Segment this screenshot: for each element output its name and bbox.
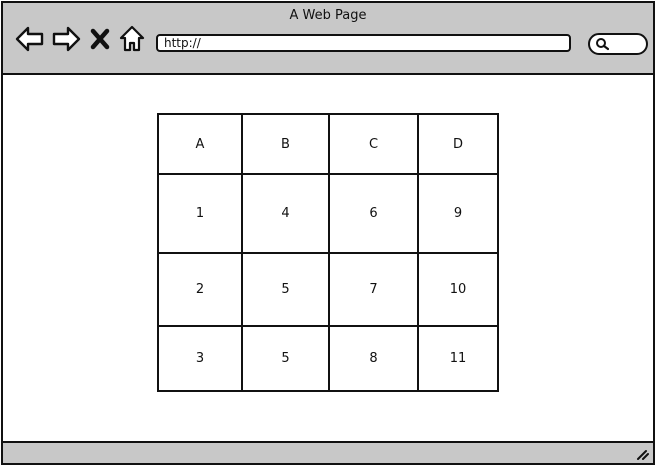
column-header: A	[157, 113, 243, 175]
table-cell: 7	[328, 252, 419, 327]
window-title: A Web Page	[289, 8, 367, 23]
search-icon	[595, 37, 609, 51]
table-cell: 5	[241, 252, 330, 327]
table-cell: 11	[417, 325, 499, 392]
column-header: D	[417, 113, 499, 175]
table-cell: 5	[241, 325, 330, 392]
table-row: 2 5 7 10	[157, 252, 499, 327]
table-cell: 10	[417, 252, 499, 327]
browser-toolbar: A Web Page	[3, 3, 653, 75]
back-arrow-icon[interactable]	[15, 25, 45, 53]
column-header: C	[328, 113, 419, 175]
table-cell: 3	[157, 325, 243, 392]
forward-arrow-icon[interactable]	[51, 25, 81, 53]
resize-handle-icon[interactable]	[635, 447, 649, 461]
home-icon[interactable]	[119, 25, 145, 53]
address-bar-input[interactable]	[156, 34, 571, 52]
table-header-row: A B C D	[157, 113, 499, 175]
table-cell: 9	[417, 173, 499, 254]
table-cell: 6	[328, 173, 419, 254]
table-row: 1 4 6 9	[157, 173, 499, 254]
table-cell: 8	[328, 325, 419, 392]
table-row: 3 5 8 11	[157, 325, 499, 392]
data-table: A B C D 1 4 6 9 2 5 7 10 3 5 8 11	[157, 113, 499, 392]
search-field[interactable]	[588, 33, 648, 55]
browser-window: A Web Page http:// A B C D 1 4 6 9 2 5 7…	[1, 1, 655, 465]
status-bar	[3, 441, 653, 463]
table-cell: 2	[157, 252, 243, 327]
table-cell: 4	[241, 173, 330, 254]
page-content: A B C D 1 4 6 9 2 5 7 10 3 5 8 11	[3, 75, 653, 443]
column-header: B	[241, 113, 330, 175]
table-cell: 1	[157, 173, 243, 254]
close-x-icon[interactable]	[89, 25, 111, 53]
